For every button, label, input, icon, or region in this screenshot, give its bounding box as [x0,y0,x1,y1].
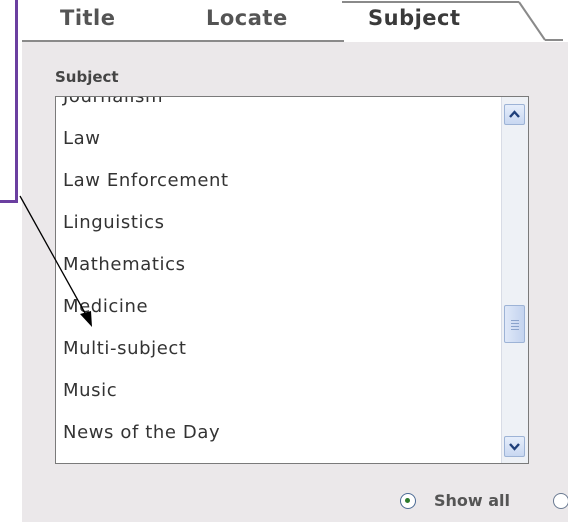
vertical-scrollbar[interactable] [501,97,528,463]
list-item[interactable]: Mathematics [56,244,498,286]
list-item[interactable]: Law Enforcement [56,160,498,202]
subject-field-label: Subject [55,68,119,86]
list-item[interactable]: Multi-subject [56,328,498,370]
radio-selected-dot [405,498,410,503]
scroll-down-button[interactable] [504,436,525,457]
tab-bar: Title Locate Subject [22,0,568,42]
list-item[interactable]: Law [56,118,498,160]
tab-subject[interactable]: Subject [368,6,461,30]
scroll-up-button[interactable] [504,104,525,125]
scroll-thumb[interactable] [504,305,525,343]
chevron-up-icon [509,110,520,118]
tab-title[interactable]: Title [60,6,116,30]
subject-listbox[interactable]: Journalism Law Law Enforcement Linguisti… [55,96,529,464]
list-item[interactable]: Medicine [56,286,498,328]
tab-locate[interactable]: Locate [206,6,288,30]
list-item[interactable]: Journalism [56,97,498,118]
chevron-down-icon [509,443,520,451]
list-item[interactable]: Linguistics [56,202,498,244]
show-all-label[interactable]: Show all [434,491,510,510]
show-all-radio[interactable] [400,493,416,509]
other-radio[interactable] [553,493,568,509]
list-item[interactable]: News of the Day [56,412,498,454]
highlight-frame [0,0,18,203]
list-item[interactable]: Music [56,370,498,412]
subject-list: Journalism Law Law Enforcement Linguisti… [56,97,498,454]
